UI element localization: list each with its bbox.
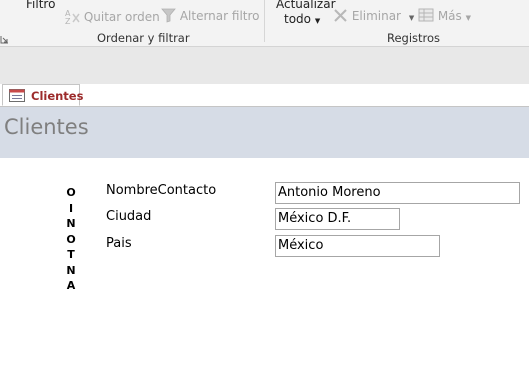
records-group-label: Registros: [387, 31, 441, 45]
sort-filter-group-label: Ordenar y filtrar: [97, 31, 190, 45]
nombrecontacto-field[interactable]: Antonio Moreno: [275, 182, 520, 204]
ciudad-label: Ciudad: [106, 209, 152, 224]
vertical-label: O I N O T N A: [66, 185, 76, 294]
clear-sort-icon: A Z: [65, 9, 80, 26]
funnel-icon: [161, 8, 176, 23]
refresh-label-line1: Actualizar: [276, 0, 336, 11]
vertical-letter: N: [66, 263, 76, 277]
nombrecontacto-label: NombreContacto: [106, 183, 217, 198]
delete-button[interactable]: Eliminar ▼: [333, 8, 414, 23]
form-title: Clientes: [4, 115, 89, 139]
document-tab-bar: Clientes: [0, 84, 529, 107]
svg-text:Z: Z: [65, 17, 71, 24]
tab-clientes[interactable]: Clientes: [2, 84, 84, 106]
delete-icon: [334, 9, 347, 22]
filter-button[interactable]: Filtro: [26, 0, 55, 11]
vertical-letter: O: [66, 232, 76, 246]
filter-label: Filtro: [26, 0, 56, 11]
refresh-label-line2: todo: [284, 12, 312, 26]
pais-label: Pais: [106, 236, 132, 251]
vertical-letter: I: [68, 201, 74, 215]
dropdown-arrow-icon: ▼: [314, 17, 321, 25]
group-separator: [264, 0, 265, 42]
tab-label: Clientes: [31, 89, 84, 103]
toggle-filter-label: Alternar filtro: [179, 9, 260, 23]
dialog-launcher-icon[interactable]: [0, 35, 9, 44]
workspace-gap: [0, 47, 529, 84]
more-button[interactable]: Más ▼: [418, 8, 471, 23]
clear-sort-label: Quitar orden: [83, 10, 160, 24]
dropdown-arrow-icon: ▼: [465, 14, 472, 22]
toggle-filter-button[interactable]: Alternar filtro: [161, 8, 260, 23]
pais-field[interactable]: México: [275, 235, 440, 257]
ciudad-field[interactable]: México D.F.: [275, 208, 400, 230]
datasheet-icon: [418, 8, 434, 22]
vertical-letter: N: [66, 217, 76, 230]
more-label: Más: [437, 9, 462, 23]
dropdown-arrow-icon: ▼: [408, 14, 415, 22]
clear-sort-button[interactable]: A Z Quitar orden: [64, 8, 160, 26]
ribbon: Filtro A Z Quitar orden Alternar filtro …: [0, 0, 529, 47]
vertical-letter: A: [66, 279, 76, 292]
delete-label: Eliminar: [351, 9, 401, 23]
vertical-letter: T: [67, 248, 75, 261]
form-icon: [9, 89, 25, 102]
vertical-letter: O: [66, 186, 76, 199]
refresh-all-button[interactable]: Actualizar todo ▼: [276, 0, 336, 26]
form-header: Clientes: [0, 107, 529, 158]
